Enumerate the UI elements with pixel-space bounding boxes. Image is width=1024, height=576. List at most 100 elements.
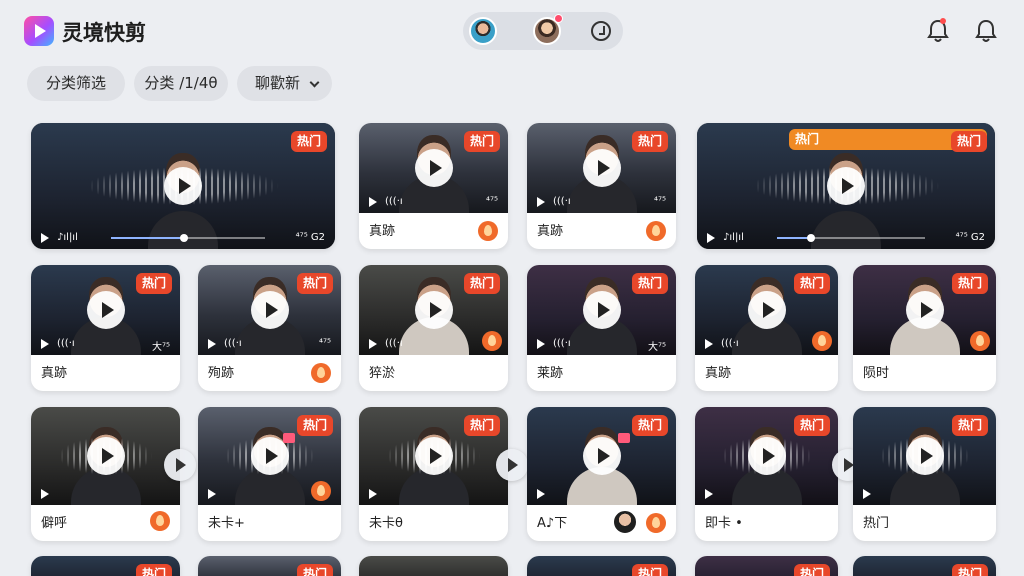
video-card[interactable]: 热门 (((·ı 猝淤 (359, 265, 508, 391)
video-card[interactable]: 热门 (((·ı 大⁷⁵ 真跡 (31, 265, 180, 391)
waveform-mini: (((·ı (553, 338, 571, 349)
play-button[interactable] (164, 167, 202, 205)
waveform-mini: (((·ı (385, 196, 403, 207)
video-card-wide[interactable]: 热门 热门 ♪ıl|ıl ⁴⁷⁵ G2 (697, 123, 995, 249)
video-thumbnail: 热门 (527, 407, 676, 505)
flame-icon (646, 513, 666, 533)
video-thumbnail: 热门 (853, 407, 996, 505)
video-card[interactable]: 热门 A♪下 (527, 407, 676, 541)
play-button[interactable] (827, 167, 865, 205)
play-button[interactable] (86, 437, 125, 475)
hot-badge: 热门 (290, 131, 327, 152)
video-card[interactable]: 热门 (((·ı 真跡 (695, 265, 838, 391)
video-caption: A♪下 (537, 516, 568, 531)
waveform-mini: ♪ıl|ıl (723, 232, 744, 243)
video-card[interactable] (359, 556, 508, 576)
video-thumbnail: 热门 (((·ı (359, 265, 508, 355)
video-card[interactable]: 热门 (527, 556, 676, 576)
play-icon[interactable] (707, 233, 715, 243)
player-controls (359, 483, 508, 505)
video-card[interactable]: 热门 未卡θ (359, 407, 508, 541)
hot-badge: 热门 (631, 131, 668, 152)
play-icon[interactable] (705, 339, 713, 349)
video-card[interactable]: 热门 陨时 (853, 265, 996, 391)
play-icon[interactable] (369, 197, 377, 207)
creator-avatar[interactable] (612, 509, 638, 535)
play-button[interactable] (414, 149, 453, 187)
video-caption: 未卡θ (369, 516, 403, 531)
video-card[interactable]: 热门 即卡 • (695, 407, 838, 541)
hot-badge: 热门 (296, 564, 333, 576)
waveform-mini: ♪ıl|ıl (57, 232, 78, 243)
waveform-mini: (((·ı (57, 338, 75, 349)
play-button[interactable] (747, 437, 786, 475)
play-icon[interactable] (41, 233, 49, 243)
play-icon[interactable] (537, 197, 545, 207)
hot-badge: 热门 (793, 273, 830, 294)
video-grid: 热门 ♪ıl|ıl ⁴⁷⁵ G2 热门 (((·ı ⁴⁷⁵ 真跡 热门 (((·… (0, 0, 1024, 576)
play-icon[interactable] (208, 489, 216, 499)
flame-icon (478, 221, 498, 241)
play-icon[interactable] (41, 339, 49, 349)
video-card[interactable]: 热门 未卡+ (198, 407, 341, 541)
video-caption: 陨时 (863, 366, 890, 381)
bookmark-icon (618, 433, 630, 443)
time-label: 大⁷⁵ (647, 342, 666, 353)
play-button[interactable] (905, 291, 944, 329)
video-thumbnail: 热门 ♪ıl|ıl ⁴⁷⁵ G2 (31, 123, 335, 249)
play-button[interactable] (905, 437, 944, 475)
player-controls: (((·ı ⁴⁷⁵ (359, 191, 508, 213)
video-card[interactable]: 热门 (((·ı 大⁷⁵ 莱跡 (527, 265, 676, 391)
play-icon[interactable] (863, 489, 871, 499)
time-label: ⁴⁷⁵ (318, 338, 331, 349)
hot-badge: 热门 (793, 564, 830, 576)
video-card[interactable]: 僻呼 (31, 407, 180, 541)
video-caption: 僻呼 (41, 516, 68, 531)
video-thumbnail (31, 407, 180, 505)
play-button[interactable] (250, 437, 289, 475)
hot-badge: 热门 (951, 273, 988, 294)
progress-slider[interactable] (777, 234, 925, 242)
video-thumbnail: 热门 (((·ı ⁴⁷⁵ (198, 265, 341, 355)
play-icon[interactable] (208, 339, 216, 349)
play-button[interactable] (414, 291, 453, 329)
next-play-button[interactable] (164, 449, 196, 481)
flame-icon (311, 363, 331, 383)
video-card[interactable]: 热门 (198, 556, 341, 576)
hot-badge: 热门 (463, 415, 500, 436)
play-icon[interactable] (537, 489, 545, 499)
play-button[interactable] (582, 149, 621, 187)
play-icon[interactable] (369, 339, 377, 349)
bookmark-icon (283, 433, 295, 443)
play-button[interactable] (747, 291, 786, 329)
hot-badge: 热门 (793, 415, 830, 436)
flame-icon (482, 331, 502, 351)
next-play-button[interactable] (496, 449, 528, 481)
video-card[interactable]: 热门 (695, 556, 838, 576)
video-card[interactable]: 热门 (((·ı ⁴⁷⁵ 真跡 (359, 123, 508, 249)
video-card-wide[interactable]: 热门 ♪ıl|ıl ⁴⁷⁵ G2 (31, 123, 335, 249)
play-button[interactable] (582, 291, 621, 329)
play-button[interactable] (250, 291, 289, 329)
play-button[interactable] (86, 291, 125, 329)
video-card[interactable]: 热门 热门 (853, 407, 996, 541)
time-label: ⁴⁷⁵ (485, 196, 498, 207)
video-thumbnail: 热门 (359, 407, 508, 505)
hot-badge: 热门 (463, 273, 500, 294)
play-button[interactable] (582, 437, 621, 475)
flame-icon (150, 511, 170, 531)
video-card[interactable]: 热门 (31, 556, 180, 576)
play-icon[interactable] (369, 489, 377, 499)
play-icon[interactable] (537, 339, 545, 349)
video-caption: 真跡 (369, 224, 396, 239)
play-button[interactable] (414, 437, 453, 475)
play-icon[interactable] (41, 489, 49, 499)
time-label: ⁴⁷⁵ (653, 196, 666, 207)
play-icon[interactable] (705, 489, 713, 499)
video-card[interactable]: 热门 (((·ı ⁴⁷⁵ 真跡 (527, 123, 676, 249)
video-card[interactable]: 热门 (((·ı ⁴⁷⁵ 殉跡 (198, 265, 341, 391)
video-card[interactable]: 热门 (853, 556, 996, 576)
video-caption: 未卡+ (208, 516, 245, 531)
progress-slider[interactable] (111, 234, 265, 242)
video-thumbnail: 热门 (((·ı ⁴⁷⁵ (359, 123, 508, 213)
